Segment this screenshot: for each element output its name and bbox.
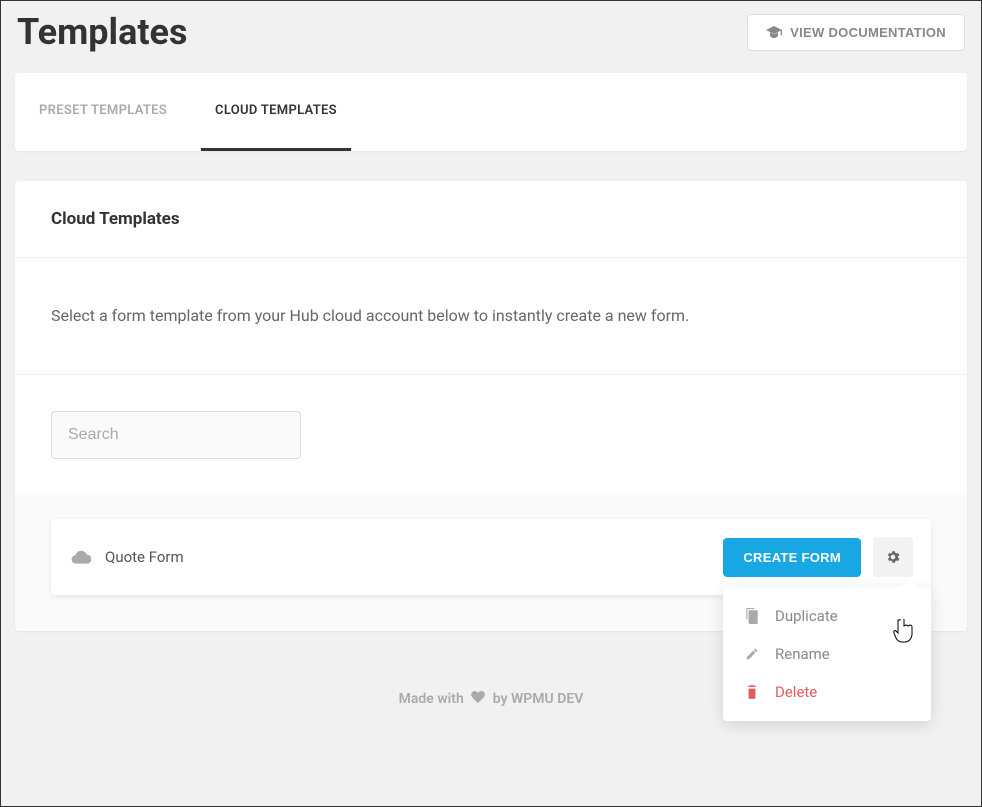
pencil-icon	[745, 647, 759, 661]
footer-made-with: Made with	[399, 691, 464, 707]
dropdown-menu: Duplicate Rename Delete	[723, 587, 931, 721]
template-row: Quote Form CREATE FORM Duplicate	[51, 519, 931, 595]
view-documentation-button[interactable]: VIEW DOCUMENTATION	[747, 14, 965, 51]
view-documentation-label: VIEW DOCUMENTATION	[790, 25, 946, 40]
search-container	[15, 375, 967, 495]
cloud-icon	[71, 550, 91, 564]
copy-icon	[745, 608, 759, 624]
dropdown-rename[interactable]: Rename	[723, 635, 931, 673]
create-form-button[interactable]: CREATE FORM	[723, 538, 861, 577]
page-header: Templates VIEW DOCUMENTATION	[1, 1, 981, 73]
content-card: Cloud Templates Select a form template f…	[15, 181, 967, 631]
template-name-label: Quote Form	[105, 548, 184, 566]
gear-icon	[885, 549, 901, 565]
section-title: Cloud Templates	[15, 181, 967, 258]
templates-list: Quote Form CREATE FORM Duplicate	[15, 495, 967, 631]
tabs-container: PRESET TEMPLATES CLOUD TEMPLATES	[15, 73, 967, 151]
search-input[interactable]	[51, 411, 301, 459]
dropdown-duplicate-label: Duplicate	[775, 607, 838, 625]
dropdown-delete-label: Delete	[775, 683, 817, 701]
heart-icon	[467, 691, 489, 703]
dropdown-duplicate[interactable]: Duplicate	[723, 597, 931, 635]
dropdown-rename-label: Rename	[775, 645, 830, 663]
template-name-container: Quote Form	[71, 548, 723, 566]
graduation-cap-icon	[766, 26, 782, 38]
tab-cloud-templates[interactable]: CLOUD TEMPLATES	[201, 73, 351, 151]
gear-button[interactable]	[873, 537, 913, 577]
trash-icon	[745, 684, 759, 700]
footer-by: by WPMU DEV	[493, 691, 584, 707]
section-description: Select a form template from your Hub clo…	[15, 258, 967, 375]
page-title: Templates	[17, 11, 187, 53]
dropdown-delete[interactable]: Delete	[723, 673, 931, 711]
tab-preset-templates[interactable]: PRESET TEMPLATES	[25, 73, 181, 151]
